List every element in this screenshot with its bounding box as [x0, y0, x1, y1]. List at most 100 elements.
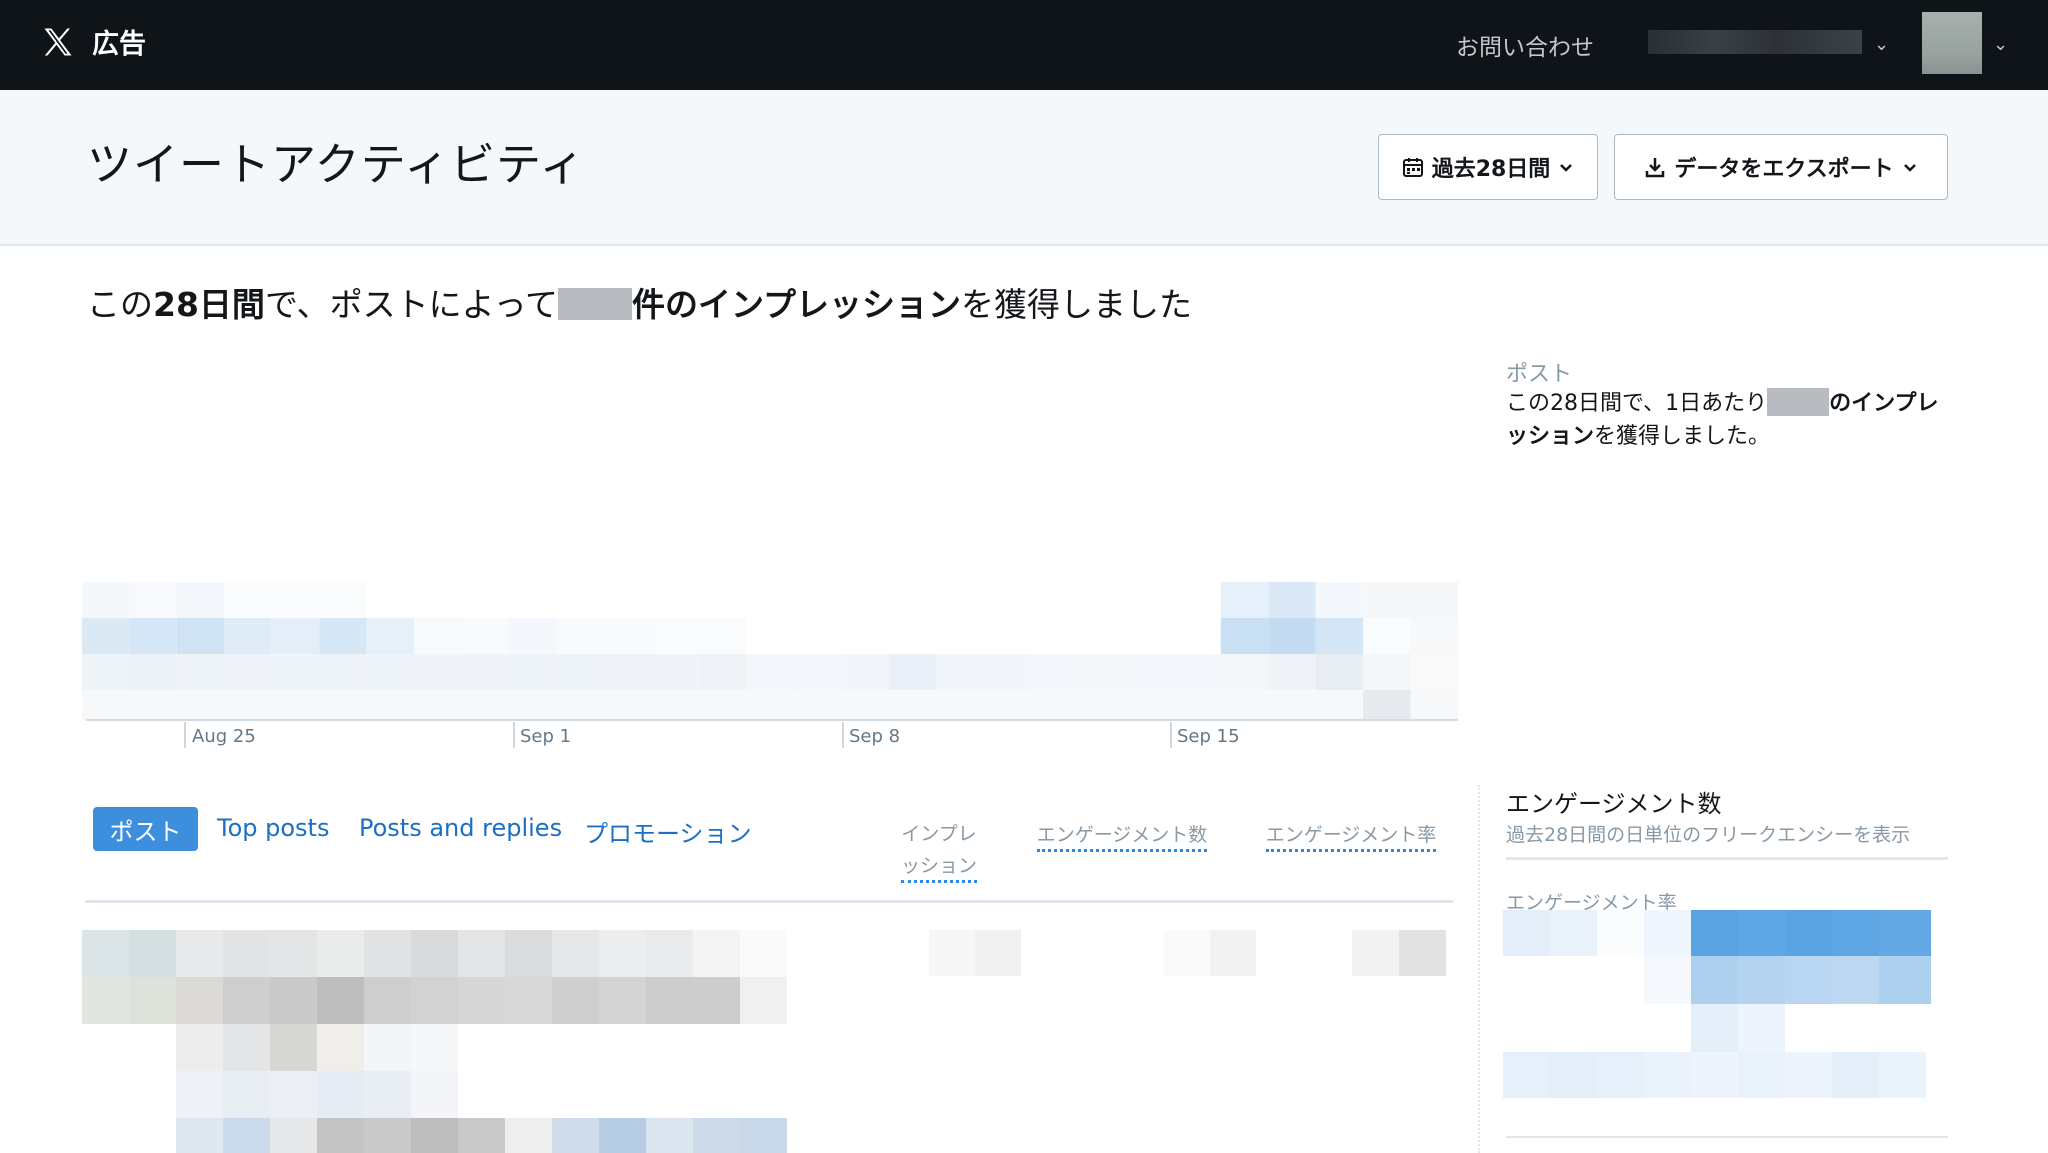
- column-engagement-rate-label: エンゲージメント率: [1265, 824, 1437, 852]
- post-row-redacted: [82, 930, 787, 1153]
- chart-bar-segment: [319, 654, 367, 690]
- date-range-button[interactable]: 過去28日間: [1378, 134, 1598, 200]
- chart-bar-base: [1125, 690, 1174, 720]
- chart-bar-base: [366, 690, 415, 720]
- chart-bar-segment: [366, 654, 415, 690]
- chart-bar-segment: [414, 654, 462, 690]
- chart-bar-segment: [1315, 654, 1364, 690]
- tab-top-posts[interactable]: Top posts: [217, 814, 329, 842]
- engagements-subtitle: 過去28日間の日単位のフリークエンシーを表示: [1506, 824, 1911, 846]
- top-bar: 広告 お問い合わせ ⌄ ⌄: [0, 0, 2048, 90]
- chart-bar-segment: [1410, 618, 1458, 654]
- x-tick-label: Aug 25: [192, 726, 256, 747]
- impressions-value-redacted: [929, 930, 1021, 976]
- chart-bar-segment: [1410, 654, 1458, 690]
- brand[interactable]: 広告: [40, 22, 146, 61]
- x-tick: [513, 722, 515, 748]
- chart-bar-base: [793, 690, 842, 720]
- chart-bar-segment: [1220, 582, 1269, 618]
- tab-promotion[interactable]: プロモーション: [584, 814, 752, 849]
- chart-bar-base: [698, 690, 747, 720]
- chart-bar-segment: [1078, 654, 1126, 690]
- chart-bar-segment: [509, 618, 557, 654]
- chart-bar-segment: [82, 582, 130, 618]
- chart-bar-base: [129, 690, 177, 720]
- engagement-rate-value-redacted: [1352, 930, 1446, 976]
- chart-bar-segment: [936, 654, 984, 690]
- chart-bar-segment: [176, 618, 225, 654]
- chart-bar-segment: [556, 654, 604, 690]
- chart-bar-segment: [176, 654, 225, 690]
- calendar-icon: [1402, 158, 1423, 177]
- chart-bar-segment: [461, 654, 509, 690]
- chart-bar-segment: [1363, 654, 1411, 690]
- contact-link[interactable]: お問い合わせ: [1456, 28, 1594, 62]
- chart-bar-base: [651, 690, 699, 720]
- chart-bar-segment: [698, 618, 747, 654]
- chart-bar-segment: [841, 654, 889, 690]
- chart-x-axis: [86, 719, 1458, 721]
- engagement-rate-graphic-redacted: [1503, 910, 1931, 1098]
- chart-bar-segment: [1363, 618, 1411, 654]
- column-impressions-line2: ッション: [900, 855, 977, 883]
- chart-bar-base: [983, 690, 1031, 720]
- chart-bar-base: [841, 690, 889, 720]
- export-label: データをエクスポート: [1674, 157, 1894, 182]
- chart-bar-segment: [1031, 654, 1079, 690]
- chart-bar-segment: [1315, 582, 1364, 618]
- impressions-summary: この28日間で、ポストによって 件のインプレッションを獲得しました: [87, 278, 1192, 326]
- x-tick: [184, 722, 186, 748]
- chart-bar-base: [603, 690, 652, 720]
- summary-suffix: を獲得しました: [961, 285, 1192, 324]
- chart-bar-segment: [603, 654, 652, 690]
- avatar[interactable]: [1922, 12, 1982, 74]
- chart-bar-base: [82, 690, 130, 720]
- chart-bar-segment: [1410, 582, 1458, 618]
- chart-bar-segment: [1363, 582, 1411, 618]
- chart-bar-segment: [82, 654, 130, 690]
- chart-bar-segment: [319, 582, 367, 618]
- chart-bar-base: [1220, 690, 1269, 720]
- export-data-button[interactable]: データをエクスポート: [1614, 134, 1948, 200]
- account-name-redacted[interactable]: [1648, 30, 1862, 54]
- panel-divider: [1478, 785, 1480, 1153]
- chart-bar-segment: [556, 618, 604, 654]
- chart-bar-segment: [366, 618, 415, 654]
- chart-bar-base: [461, 690, 509, 720]
- engagements-bottom-divider: [1506, 1136, 1948, 1138]
- avatar-chevron-down-icon[interactable]: ⌄: [1993, 34, 2008, 55]
- chart-bar-segment: [746, 654, 794, 690]
- impressions-chart: [82, 582, 1458, 720]
- page-title: ツイートアクティビティ: [87, 138, 586, 191]
- x-logo-icon: [44, 28, 72, 55]
- chart-bar-segment: [129, 582, 177, 618]
- tabs-divider: [85, 900, 1453, 903]
- x-tick: [1170, 722, 1172, 748]
- chart-bar-segment: [271, 618, 320, 654]
- chart-bar-base: [936, 690, 984, 720]
- chart-bar-segment: [1173, 654, 1221, 690]
- chart-bar-segment: [793, 654, 842, 690]
- chart-bar-segment: [414, 618, 462, 654]
- chart-bar-base: [888, 690, 936, 720]
- x-tick: [842, 722, 844, 748]
- summary-middle: で、ポストによって: [264, 285, 558, 324]
- chart-bar-base: [1315, 690, 1364, 720]
- column-engagements[interactable]: エンゲージメント数: [1024, 820, 1220, 852]
- chart-bar-base: [271, 690, 320, 720]
- chart-bar-segment: [1125, 654, 1174, 690]
- daily-text-prefix: この28日間で、1日あたり: [1506, 391, 1768, 416]
- side-panel-label: ポスト: [1506, 362, 1573, 387]
- x-tick-label: Sep 15: [1177, 726, 1240, 747]
- engagements-divider: [1506, 857, 1948, 860]
- tab-posts[interactable]: ポスト: [93, 807, 198, 851]
- column-impressions[interactable]: インプレ ッション: [884, 818, 994, 883]
- chart-bar-segment: [1268, 654, 1316, 690]
- account-chevron-down-icon[interactable]: ⌄: [1874, 34, 1889, 55]
- chart-bar-segment: [224, 654, 272, 690]
- chart-bar-base: [746, 690, 794, 720]
- column-engagement-rate[interactable]: エンゲージメント率: [1254, 820, 1448, 852]
- chart-bar-base: [1410, 690, 1458, 720]
- tab-posts-and-replies[interactable]: Posts and replies: [359, 814, 562, 842]
- chart-bar-segment: [129, 618, 177, 654]
